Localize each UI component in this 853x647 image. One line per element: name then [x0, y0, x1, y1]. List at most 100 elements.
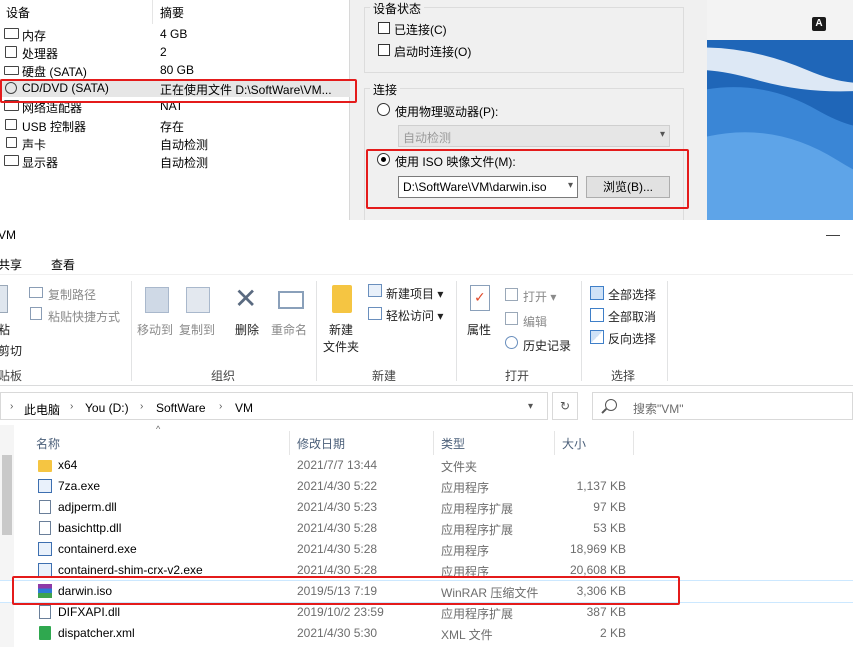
physical-drive-radio[interactable] [377, 103, 390, 116]
column-divider[interactable] [554, 431, 555, 455]
input-language-indicator[interactable]: A [812, 17, 826, 31]
file-date: 2021/7/7 13:44 [297, 458, 378, 472]
file-name: containerd-shim-crx-v2.exe [58, 563, 203, 577]
address-bar[interactable]: › 此电脑 › You (D:) › SoftWare › VM ▾ [0, 392, 548, 420]
chevron-down-icon[interactable]: ▾ [528, 401, 533, 412]
hardware-item-name: 声卡 [22, 138, 47, 152]
connect-on-power-label[interactable]: 启动时连接(O) [394, 43, 471, 60]
invert-selection-button[interactable]: 反向选择 [608, 330, 656, 347]
sound-card-icon [6, 137, 17, 148]
file-row-darwin-iso[interactable]: darwin.iso 2019/5/13 7:19 WinRAR 压缩文件 3,… [0, 580, 853, 603]
hardware-item-usb[interactable]: USB 控制器 存在 [0, 116, 350, 134]
usb-icon [5, 119, 17, 130]
file-name: basichttp.dll [58, 521, 122, 535]
file-date: 2021/4/30 5:28 [297, 521, 378, 535]
file-row-basichttp[interactable]: basichttp.dll 2021/4/30 5:28 应用程序扩展 53 K… [0, 518, 853, 539]
cut-button[interactable]: 剪切 [0, 342, 22, 359]
physical-drive-label[interactable]: 使用物理驱动器(P): [395, 103, 498, 120]
file-row-adjperm[interactable]: adjperm.dll 2021/4/30 5:23 应用程序扩展 97 KB [0, 497, 853, 518]
search-input[interactable]: 搜索"VM" [592, 392, 853, 420]
file-row-difxapi[interactable]: DIFXAPI.dll 2019/10/2 23:59 应用程序扩展 387 K… [0, 602, 853, 623]
select-none-button[interactable]: 全部取消 [608, 308, 656, 325]
paste-icon [0, 285, 8, 313]
breadcrumb-this-pc[interactable]: 此电脑 [24, 401, 60, 418]
file-name: DIFXAPI.dll [58, 605, 121, 619]
hardware-item-display[interactable]: 显示器 自动检测 [0, 152, 350, 170]
hardware-item-memory[interactable]: 内存 4 GB [0, 25, 350, 43]
hardware-item-harddisk[interactable]: 硬盘 (SATA) 80 GB [0, 61, 350, 79]
connected-label[interactable]: 已连接(C) [394, 21, 447, 38]
history-button[interactable]: 历史记录 [523, 337, 571, 354]
ribbon-toolbar: 粘 剪切 复制路径 粘贴快捷方式 贴板 移动到 复制到 ✕ 删除 重命名 组织 … [0, 274, 853, 386]
chevron-down-icon[interactable]: ▾ [568, 180, 573, 191]
edit-icon [505, 312, 518, 325]
organize-group-label: 组织 [211, 369, 236, 383]
breadcrumb-drive[interactable]: You (D:) [85, 401, 129, 415]
device-column-header[interactable]: 设备 [6, 4, 30, 21]
hardware-item-value: 自动检测 [160, 138, 209, 152]
file-name: x64 [58, 458, 78, 472]
column-header-date[interactable]: 修改日期 [297, 435, 345, 452]
open-button[interactable]: 打开 ▾ [523, 288, 556, 305]
chevron-right-icon[interactable]: › [140, 401, 143, 412]
breadcrumb-software[interactable]: SoftWare [156, 401, 206, 415]
iso-path-value: D:\SoftWare\VM\darwin.iso [403, 180, 547, 194]
column-divider[interactable] [433, 431, 434, 455]
file-type: 应用程序扩展 [441, 523, 514, 537]
hardware-item-name: 处理器 [22, 47, 59, 61]
column-header-type[interactable]: 类型 [441, 435, 465, 452]
easy-access-button[interactable]: 轻松访问 ▾ [386, 307, 443, 324]
summary-column-header[interactable]: 摘要 [160, 4, 184, 21]
hardware-item-sound[interactable]: 声卡 自动检测 [0, 134, 350, 152]
file-row-dispatcher[interactable]: dispatcher.xml 2021/4/30 5:30 XML 文件 2 K… [0, 623, 853, 644]
file-date: 2021/4/30 5:28 [297, 563, 378, 577]
hardware-item-value: 4 GB [160, 27, 188, 41]
hardware-item-network[interactable]: 网络适配器 NAT [0, 97, 350, 115]
column-divider[interactable] [289, 431, 290, 455]
minimize-button[interactable]: — [826, 226, 840, 242]
select-all-button[interactable]: 全部选择 [608, 286, 656, 303]
tab-share[interactable]: 共享 [0, 256, 22, 273]
paste-button[interactable]: 粘 [0, 321, 10, 338]
file-row-containerd[interactable]: containerd.exe 2021/4/30 5:28 应用程序 18,96… [0, 539, 853, 560]
column-divider[interactable] [633, 431, 634, 455]
move-to-button[interactable]: 移动到 [137, 321, 173, 338]
delete-button[interactable]: 删除 [235, 321, 259, 338]
breadcrumb-vm[interactable]: VM [235, 401, 253, 415]
refresh-button[interactable]: ↻ [552, 392, 578, 420]
chevron-right-icon[interactable]: › [219, 401, 222, 412]
tab-view[interactable]: 查看 [51, 256, 75, 273]
ribbon-divider [667, 281, 668, 381]
select-all-icon [590, 286, 604, 300]
iso-image-label[interactable]: 使用 ISO 映像文件(M): [395, 153, 516, 170]
new-folder-button[interactable]: 新建 [329, 321, 353, 338]
address-row: › 此电脑 › You (D:) › SoftWare › VM ▾ ↻ 搜索"… [0, 390, 853, 422]
select-none-icon [590, 308, 604, 322]
file-row-7za[interactable]: 7za.exe 2021/4/30 5:22 应用程序 1,137 KB [0, 476, 853, 497]
file-row-x64[interactable]: x64 2021/7/7 13:44 文件夹 [0, 455, 853, 476]
copy-path-button[interactable]: 复制路径 [48, 286, 96, 303]
rename-button[interactable]: 重命名 [271, 321, 307, 338]
iso-path-input[interactable]: D:\SoftWare\VM\darwin.iso ▾ [398, 176, 578, 198]
hardware-item-cd-dvd[interactable]: CD/DVD (SATA) 正在使用文件 D:\SoftWare\VM... [0, 79, 350, 97]
copy-to-icon [186, 287, 210, 313]
edit-button[interactable]: 编辑 [523, 313, 547, 330]
new-item-button[interactable]: 新建项目 ▾ [386, 285, 443, 302]
iso-image-radio[interactable] [377, 153, 390, 166]
cd-dvd-icon [5, 82, 17, 94]
paste-shortcut-button[interactable]: 粘贴快捷方式 [48, 308, 120, 325]
browse-button[interactable]: 浏览(B)... [586, 176, 670, 198]
hardware-item-cpu[interactable]: 处理器 2 [0, 43, 350, 61]
column-header-name[interactable]: 名称 [36, 435, 60, 452]
copy-to-button[interactable]: 复制到 [179, 321, 215, 338]
connected-checkbox[interactable] [378, 22, 390, 34]
chevron-right-icon[interactable]: › [70, 401, 73, 412]
file-row-containerd-shim[interactable]: containerd-shim-crx-v2.exe 2021/4/30 5:2… [0, 560, 853, 581]
properties-button[interactable]: 属性 [467, 321, 491, 338]
new-folder-button-line2[interactable]: 文件夹 [323, 338, 359, 355]
connect-on-power-checkbox[interactable] [378, 44, 390, 56]
file-name: dispatcher.xml [58, 626, 135, 640]
winrar-icon [38, 584, 52, 598]
delete-icon: ✕ [234, 283, 258, 314]
column-header-size[interactable]: 大小 [562, 435, 586, 452]
